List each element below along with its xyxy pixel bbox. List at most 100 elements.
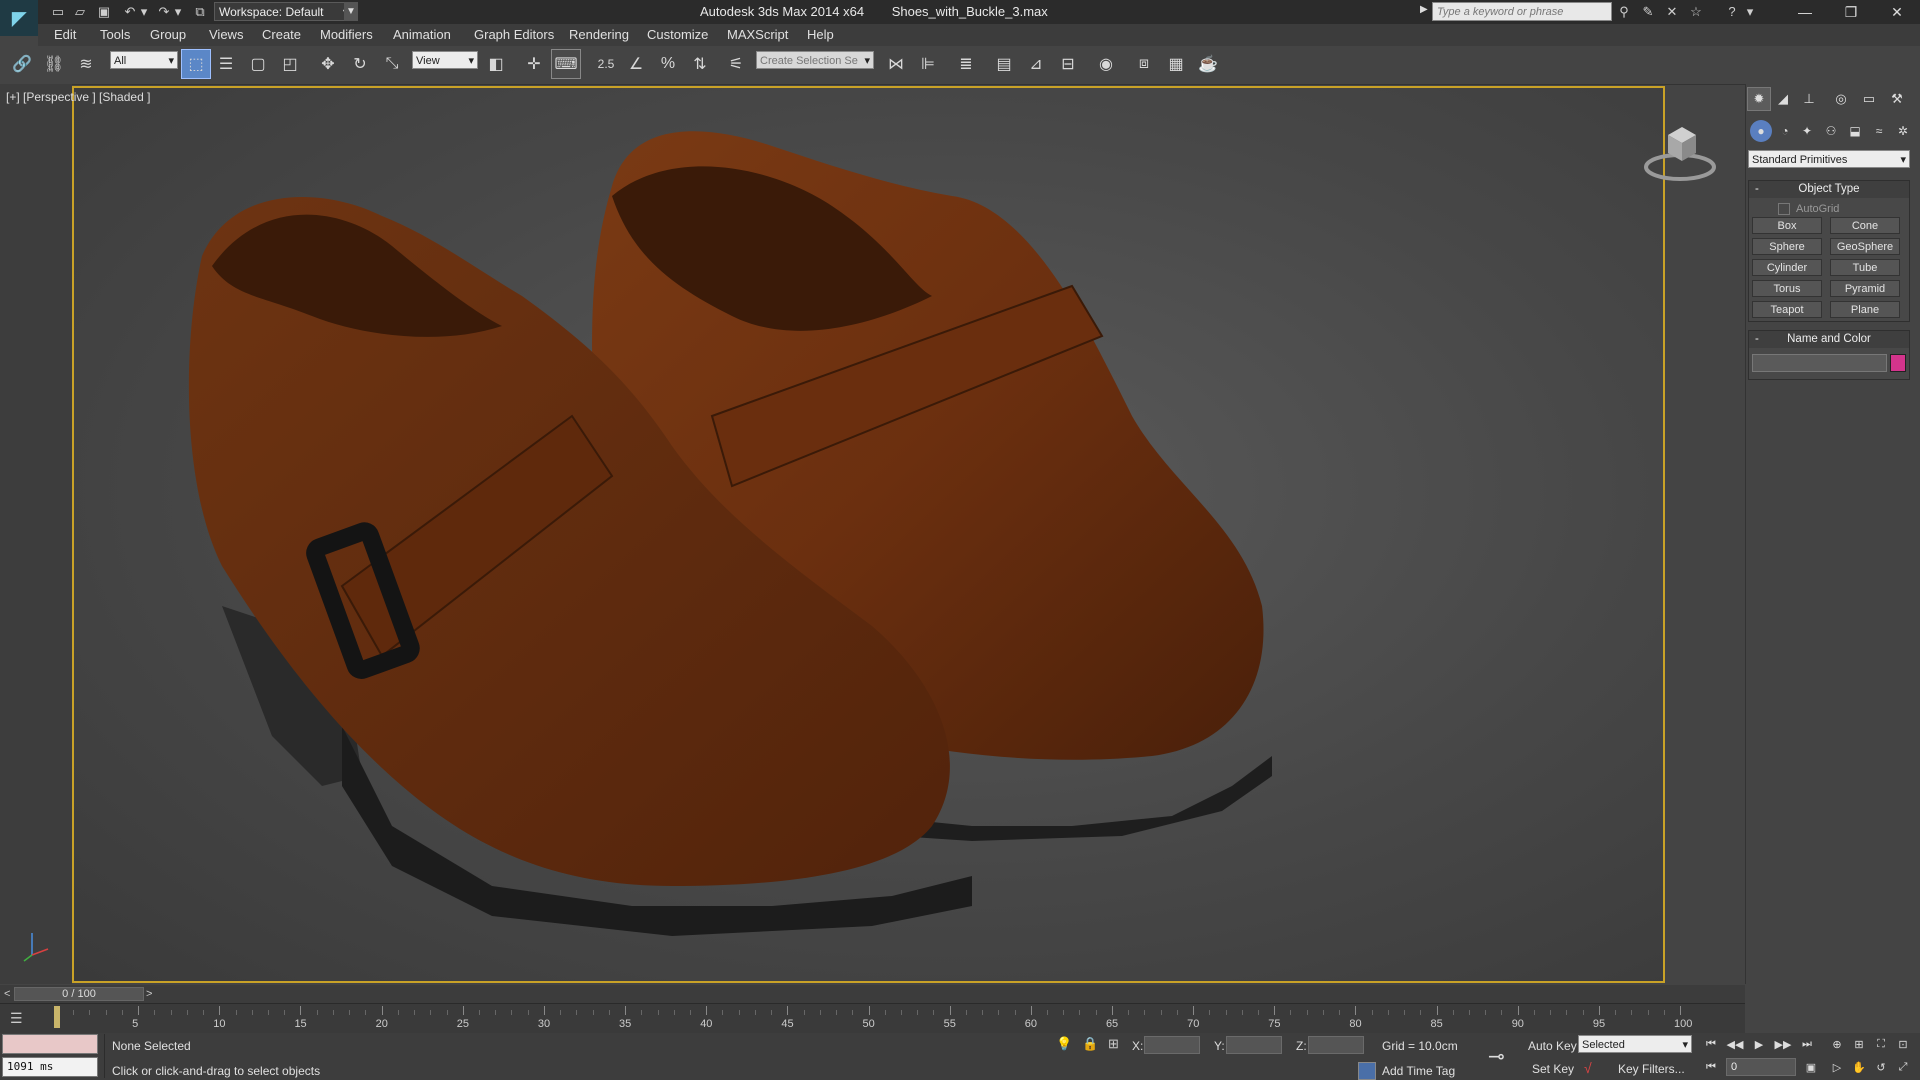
menu-views[interactable]: Views <box>209 27 243 42</box>
key-mode-dropdown[interactable]: Selected ▾ <box>1578 1035 1692 1053</box>
cylinder-button[interactable]: Cylinder <box>1752 259 1822 276</box>
named-selection-set-dropdown[interactable]: Create Selection Se ▾ <box>756 51 874 69</box>
go-to-end-icon[interactable]: ⏭ <box>1796 1035 1818 1053</box>
current-time-marker[interactable] <box>54 1006 60 1028</box>
app-logo-icon[interactable]: ◤ <box>0 0 38 36</box>
time-tag-icon[interactable] <box>1358 1062 1376 1080</box>
z-coordinate-field[interactable] <box>1308 1036 1364 1054</box>
add-time-tag-button[interactable]: Add Time Tag <box>1382 1064 1455 1078</box>
reference-coordinate-dropdown[interactable]: View ▾ <box>412 51 478 69</box>
mini-curve-editor-icon[interactable]: ☰ <box>10 1010 23 1027</box>
torus-button[interactable]: Torus <box>1752 280 1822 297</box>
cone-button[interactable]: Cone <box>1830 217 1900 234</box>
y-coordinate-field[interactable] <box>1226 1036 1282 1054</box>
align-icon[interactable]: ⊫ <box>914 50 942 78</box>
material-editor-icon[interactable]: ◉ <box>1092 50 1120 78</box>
selection-lock-icon[interactable]: 🔒 <box>1082 1036 1098 1052</box>
help-icon[interactable]: ? <box>1724 4 1740 20</box>
communication-icon[interactable]: ✕ <box>1664 4 1680 20</box>
menu-tools[interactable]: Tools <box>100 27 130 42</box>
play-icon[interactable]: ▶ <box>1748 1035 1770 1053</box>
orbit-icon[interactable]: ↺ <box>1870 1058 1892 1076</box>
object-type-header[interactable]: - Object Type <box>1749 181 1909 198</box>
edit-named-selection-icon[interactable]: ⚟ <box>722 50 750 78</box>
spinner-snap-icon[interactable]: ⇅ <box>686 50 714 78</box>
window-crossing-icon[interactable]: ◰ <box>276 50 304 78</box>
time-slider-handle[interactable]: 0 / 100 <box>14 987 144 1001</box>
shoes-model[interactable] <box>72 86 1665 983</box>
menu-rendering[interactable]: Rendering <box>569 27 629 42</box>
geosphere-button[interactable]: GeoSphere <box>1830 238 1900 255</box>
rendered-frame-window-icon[interactable]: ▦ <box>1162 50 1190 78</box>
favorites-star-icon[interactable]: ☆ <box>1688 4 1704 20</box>
create-tab-icon[interactable]: ✹ <box>1747 87 1771 111</box>
scale-icon[interactable]: ⤡ <box>378 50 406 78</box>
utilities-tab-icon[interactable]: ⚒ <box>1886 88 1908 110</box>
unlink-selection-icon[interactable]: ⛓ <box>40 50 68 78</box>
motion-tab-icon[interactable]: ◎ <box>1830 88 1852 110</box>
binoculars-icon[interactable]: ⚲ <box>1616 4 1632 20</box>
close-button[interactable]: ✕ <box>1874 0 1920 24</box>
bind-to-space-warp-icon[interactable]: ≋ <box>72 50 100 78</box>
select-manipulate-icon[interactable]: ✛ <box>520 50 548 78</box>
menu-animation[interactable]: Animation <box>393 27 451 42</box>
render-setup-icon[interactable]: ⧈ <box>1130 50 1158 78</box>
display-tab-icon[interactable]: ▭ <box>1858 88 1880 110</box>
select-object-icon[interactable]: ⬚ <box>181 49 211 79</box>
next-frame-icon[interactable]: ▶▶ <box>1772 1035 1794 1053</box>
tube-button[interactable]: Tube <box>1830 259 1900 276</box>
primitive-category-dropdown[interactable]: Standard Primitives ▾ <box>1748 150 1910 168</box>
viewcube-icon[interactable] <box>1640 115 1720 185</box>
key-mode-toggle-icon[interactable]: ⏮ <box>1700 1058 1722 1076</box>
isolate-selection-icon[interactable]: 💡 <box>1056 1036 1072 1052</box>
angle-snap-icon[interactable]: ∠ <box>622 50 650 78</box>
menu-create[interactable]: Create <box>262 27 301 42</box>
project-folder-icon[interactable]: ⧉ <box>192 4 208 20</box>
help-search-input[interactable]: Type a keyword or phrase <box>1432 2 1612 21</box>
pyramid-button[interactable]: Pyramid <box>1830 280 1900 297</box>
snaps-toggle-icon[interactable]: 2.5 <box>592 50 620 78</box>
systems-icon[interactable]: ✲ <box>1892 120 1914 142</box>
space-warps-icon[interactable]: ≈ <box>1868 120 1890 142</box>
curve-editor-icon[interactable]: ⊿ <box>1022 50 1050 78</box>
modify-tab-icon[interactable]: ◢ <box>1772 88 1794 110</box>
undo-dropdown-icon[interactable]: ▾ <box>136 4 152 20</box>
cameras-icon[interactable]: ⚇ <box>1820 120 1842 142</box>
restore-button[interactable]: ❐ <box>1828 0 1874 24</box>
sphere-button[interactable]: Sphere <box>1752 238 1822 255</box>
object-name-input[interactable] <box>1752 354 1887 372</box>
rectangular-selection-icon[interactable]: ▢ <box>244 50 272 78</box>
shapes-icon[interactable]: ◔ <box>1774 120 1796 142</box>
lights-icon[interactable]: ✦ <box>1796 120 1818 142</box>
default-in-out-tangents-icon[interactable]: √ <box>1584 1060 1592 1076</box>
help-dropdown-icon[interactable]: ▾ <box>1742 4 1758 20</box>
menu-graph-editors[interactable]: Graph Editors <box>474 27 554 42</box>
render-production-icon[interactable]: ☕ <box>1194 50 1222 78</box>
pivot-center-icon[interactable]: ◧ <box>482 50 510 78</box>
save-file-icon[interactable]: ▣ <box>96 4 112 20</box>
select-and-link-icon[interactable]: 🔗 <box>8 50 36 78</box>
previous-frame-icon[interactable]: ◀◀ <box>1724 1035 1746 1053</box>
zoom-extents-icon[interactable]: ⛶ <box>1870 1035 1892 1053</box>
key-filters-button[interactable]: Key Filters... <box>1618 1062 1685 1076</box>
render-time-readout[interactable]: 1091 ms <box>2 1057 98 1077</box>
zoom-icon[interactable]: ⊕ <box>1826 1035 1848 1053</box>
pan-view-icon[interactable]: ✋ <box>1848 1058 1870 1076</box>
field-of-view-icon[interactable]: ▷ <box>1826 1058 1848 1076</box>
keyboard-shortcut-override-icon[interactable]: ⌨ <box>551 49 581 79</box>
geometry-icon[interactable]: ● <box>1750 120 1772 142</box>
open-file-icon[interactable]: ▱ <box>72 4 88 20</box>
subscription-icon[interactable]: ✎ <box>1640 4 1656 20</box>
mirror-icon[interactable]: ⋈ <box>882 50 910 78</box>
selection-filter-dropdown[interactable]: All ▾ <box>110 51 178 69</box>
time-slider-prev[interactable]: < <box>4 988 10 1000</box>
absolute-mode-icon[interactable]: ⊞ <box>1108 1036 1119 1052</box>
time-configuration-icon[interactable]: ▣ <box>1800 1058 1822 1076</box>
object-color-swatch[interactable] <box>1890 354 1906 372</box>
workspace-expand-icon[interactable]: ▼ <box>344 2 358 21</box>
menu-maxscript[interactable]: MAXScript <box>727 27 788 42</box>
zoom-all-icon[interactable]: ⊞ <box>1848 1035 1870 1053</box>
menu-edit[interactable]: Edit <box>54 27 76 42</box>
maximize-viewport-icon[interactable]: ⤢ <box>1892 1058 1914 1076</box>
layer-manager-icon[interactable]: ≣ <box>952 50 980 78</box>
